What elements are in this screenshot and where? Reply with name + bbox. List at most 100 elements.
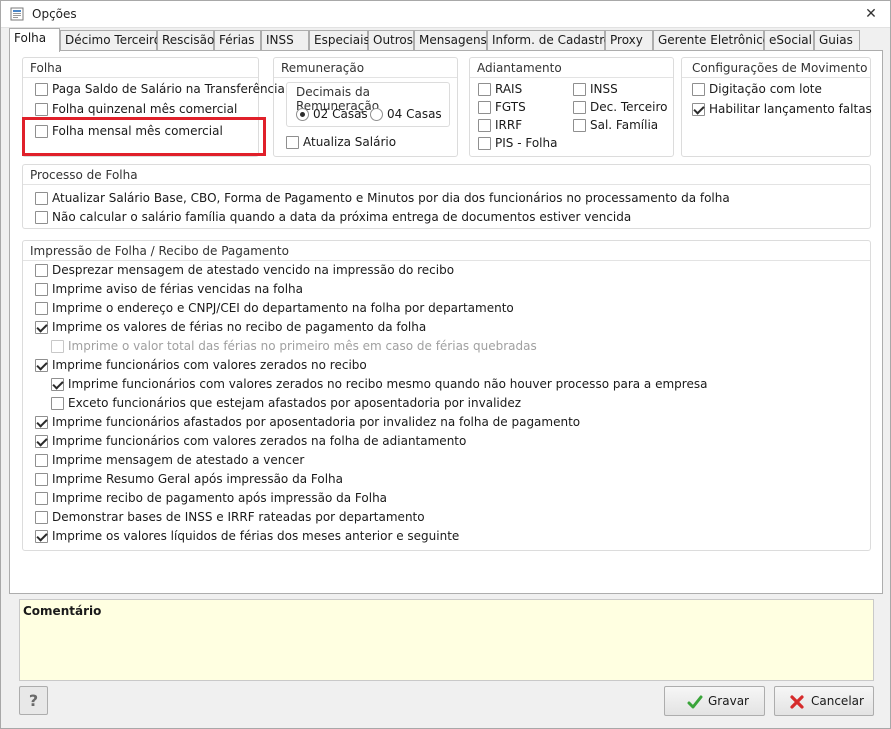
checkbox-box[interactable] [478,137,491,150]
group-movimento-title: Configurações de Movimento [692,61,868,75]
checkbox-box[interactable] [478,119,491,132]
radio-label: 02 Casas [313,107,368,121]
group-impressao-divider [23,260,870,261]
checkbox-box[interactable] [51,378,64,391]
checkbox-box[interactable] [286,136,299,149]
group-adiantamento-divider [470,77,673,78]
checkmark-icon [687,695,703,709]
checkbox-box[interactable] [573,119,586,132]
checkbox-box[interactable] [35,416,48,429]
tab-gerente-eletronico[interactable]: Gerente Eletrônico [653,30,770,51]
checkbox-box[interactable] [35,211,48,224]
checkbox-box[interactable] [35,454,48,467]
checkbox-box[interactable] [573,101,586,114]
group-impressao-title: Impressão de Folha / Recibo de Pagamento [30,244,289,258]
group-folha-divider [23,77,258,78]
checkbox-label: Imprime o endereço e CNPJ/CEI do departa… [52,301,514,315]
cancelar-label: Cancelar [811,694,864,708]
group-remuneracao-divider [274,77,457,78]
group-impressao: Impressão de Folha / Recibo de Pagamento… [22,240,871,551]
group-remuneracao: Remuneração Decimais da Remuneração 02 C… [273,57,458,157]
group-processo-title: Processo de Folha [30,168,138,182]
radio-button[interactable] [370,108,383,121]
tab-decimo-terceiro[interactable]: Décimo Terceiro [60,30,161,51]
checkbox-label: Não calcular o salário família quando a … [52,210,632,224]
cancel-x-icon [790,695,804,709]
checkbox-label: Imprime funcionários com valores zerados… [52,358,367,372]
checkbox-box[interactable] [692,83,705,96]
checkbox-label: RAIS [495,82,523,96]
checkbox-label: Imprime mensagem de atestado a vencer [52,453,305,467]
checkbox-label: FGTS [495,100,526,114]
group-adiantamento-title: Adiantamento [477,61,562,75]
checkbox-label: IRRF [495,118,523,132]
checkbox-box[interactable] [35,473,48,486]
checkbox-box[interactable] [478,101,491,114]
tab-outros[interactable]: Outros [368,30,414,51]
checkbox-box[interactable] [35,283,48,296]
comment-panel[interactable]: Comentário [19,599,874,681]
checkbox-label: Imprime os valores líquidos de férias do… [52,529,460,543]
cancelar-button[interactable]: Cancelar [774,686,874,716]
gravar-button[interactable]: Gravar [664,686,765,716]
help-button[interactable]: ? [19,686,48,715]
tab-inform-cadastro[interactable]: Inform. de Cadastro [487,30,611,51]
checkbox-box[interactable] [35,192,48,205]
checkbox-label: Imprime os valores de férias no recibo d… [52,320,427,334]
tab-rescisao[interactable]: Rescisão [157,30,214,51]
checkbox-label: Digitação com lote [709,82,822,96]
checkbox-label: INSS [590,82,618,96]
checkbox-label: Imprime funcionários com valores zerados… [52,434,467,448]
group-adiantamento: Adiantamento RAIS INSS FGTS Dec. Terceir… [469,57,674,157]
tab-mensagens[interactable]: Mensagens [414,30,487,51]
checkbox-label: Folha quinzenal mês comercial [52,102,238,116]
checkbox-label: Imprime aviso de férias vencidas na folh… [52,282,303,296]
checkbox-box[interactable] [35,359,48,372]
checkbox-box[interactable] [35,103,48,116]
tab-strip: Folha Décimo Terceiro Rescisão Férias IN… [9,28,883,52]
gravar-label: Gravar [708,694,749,708]
tab-esocial[interactable]: eSocial [764,30,814,51]
radio-label: 04 Casas [387,107,442,121]
checkbox-label: Atualizar Salário Base, CBO, Forma de Pa… [52,191,730,205]
checkbox-box[interactable] [35,83,48,96]
checkbox-label: Imprime o valor total das férias no prim… [68,339,537,353]
checkbox-box[interactable] [35,435,48,448]
tab-proxy[interactable]: Proxy [605,30,653,51]
checkbox-box[interactable] [35,125,48,138]
app-icon [10,7,24,21]
checkbox-label: Imprime recibo de pagamento após impress… [52,491,388,505]
group-config-movimento: Configurações de Movimento Digitação com… [681,57,872,157]
tab-guias[interactable]: Guias [814,30,860,51]
group-remuneracao-title: Remuneração [281,61,365,75]
checkbox-label: Paga Saldo de Salário na Transferência [52,82,285,96]
group-processo-divider [23,184,870,185]
checkbox-label: PIS - Folha [495,136,558,150]
checkbox-box[interactable] [51,397,64,410]
tab-ferias[interactable]: Férias [214,30,261,51]
checkbox-box[interactable] [35,492,48,505]
checkbox-box[interactable] [573,83,586,96]
window-title: Opções [32,7,77,21]
group-decimais: Decimais da Remuneração 02 Casas 04 Casa… [286,82,450,127]
tab-inss[interactable]: INSS [261,30,309,51]
checkbox-box[interactable] [478,83,491,96]
checkbox-box[interactable] [35,264,48,277]
checkbox-box[interactable] [35,511,48,524]
tab-especiais[interactable]: Especiais [309,30,370,51]
checkbox-box[interactable] [35,302,48,315]
checkbox-box[interactable] [35,530,48,543]
checkbox-label: Dec. Terceiro [590,100,668,114]
close-icon[interactable]: ✕ [860,5,882,23]
options-window: Opções ✕ Folha Décimo Terceiro Rescisão … [0,0,891,729]
checkbox-box[interactable] [692,103,705,116]
checkbox-label: Sal. Família [590,118,659,132]
radio-button[interactable] [296,108,309,121]
checkbox-label: Imprime funcionários afastados por apose… [52,415,581,429]
group-folha-title: Folha [30,61,63,75]
group-processo-folha: Processo de Folha Atualizar Salário Base… [22,164,871,229]
checkbox-label: Imprime Resumo Geral após impressão da F… [52,472,343,486]
checkbox-label: Habilitar lançamento faltas [709,102,872,116]
checkbox-box[interactable] [35,321,48,334]
tab-folha[interactable]: Folha [9,28,60,52]
